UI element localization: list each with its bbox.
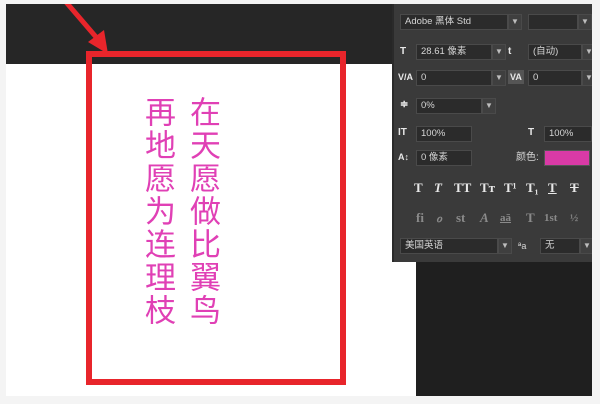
titling-alternates-button[interactable]: T <box>526 210 535 226</box>
contextual-alternates-button[interactable]: ℴ <box>436 210 442 226</box>
chevron-down-icon[interactable]: ▼ <box>582 70 592 86</box>
tsume-icon: ≑ <box>400 99 409 110</box>
kerning-icon: V/A <box>398 72 414 82</box>
text-color-swatch[interactable] <box>544 150 590 166</box>
ordinals-button[interactable]: 1st <box>544 210 557 226</box>
highlight-rectangle <box>86 51 346 385</box>
chevron-down-icon[interactable]: ▼ <box>498 238 512 254</box>
underline-button[interactable]: T <box>548 180 557 196</box>
subscript-button[interactable]: T₁ <box>526 180 539 196</box>
ligature-button[interactable]: fi <box>416 210 424 226</box>
color-label: 颜色: <box>516 152 539 163</box>
chevron-down-icon[interactable]: ▼ <box>580 238 592 254</box>
strikethrough-button[interactable]: T <box>570 180 579 196</box>
language-select[interactable]: 美国英语 <box>400 238 498 254</box>
all-caps-button[interactable]: TT <box>454 180 471 196</box>
chevron-down-icon[interactable]: ▼ <box>578 14 592 30</box>
baseline-shift-icon: A↕ <box>398 152 409 162</box>
faux-bold-button[interactable]: T <box>414 180 423 196</box>
font-family-select[interactable]: Adobe 黑体 Std <box>400 14 508 30</box>
vertical-scale-icon: IT <box>398 127 407 138</box>
anti-alias-icon: ªa <box>518 241 527 251</box>
tracking-field[interactable]: 0 <box>528 70 582 86</box>
horizontal-scale-icon: T <box>528 127 535 138</box>
horizontal-scale-field[interactable]: 100% <box>544 126 592 142</box>
anti-alias-select[interactable]: 无 <box>540 238 580 254</box>
stylistic-alternates-button[interactable]: aā <box>500 210 511 226</box>
small-caps-button[interactable]: Tт <box>480 180 495 196</box>
tsume-field[interactable]: 0% <box>416 98 482 114</box>
fractions-button[interactable]: ½ <box>570 210 578 226</box>
discretionary-ligatures-button[interactable]: st <box>456 210 465 226</box>
red-arrow-icon <box>64 4 108 54</box>
chevron-down-icon[interactable]: ▼ <box>582 44 592 60</box>
font-size-field[interactable]: 28.61 像素 <box>416 44 492 60</box>
photoshop-workspace: 在天愿做比翼鸟 再地愿为连理枝 Adobe 黑体 Std ▼ ▼ T 28.61… <box>6 4 592 396</box>
faux-italic-button[interactable]: T <box>434 180 442 196</box>
chevron-down-icon[interactable]: ▼ <box>492 44 506 60</box>
font-style-select[interactable] <box>528 14 578 30</box>
superscript-button[interactable]: T¹ <box>504 180 517 196</box>
chevron-down-icon[interactable]: ▼ <box>482 98 496 114</box>
vertical-scale-field[interactable]: 100% <box>416 126 472 142</box>
chevron-down-icon[interactable]: ▼ <box>508 14 522 30</box>
workspace-background <box>416 262 592 396</box>
leading-icon: t <box>508 46 512 57</box>
chevron-down-icon[interactable]: ▼ <box>492 70 506 86</box>
swash-button[interactable]: A <box>480 210 489 226</box>
font-size-icon: T <box>400 46 407 57</box>
kerning-field[interactable]: 0 <box>416 70 492 86</box>
baseline-shift-field[interactable]: 0 像素 <box>416 150 472 166</box>
character-panel: Adobe 黑体 Std ▼ ▼ T 28.61 像素 ▼ t (自动) ▼ V… <box>392 4 592 262</box>
leading-field[interactable]: (自动) <box>528 44 582 60</box>
tracking-icon: VA <box>508 70 524 84</box>
